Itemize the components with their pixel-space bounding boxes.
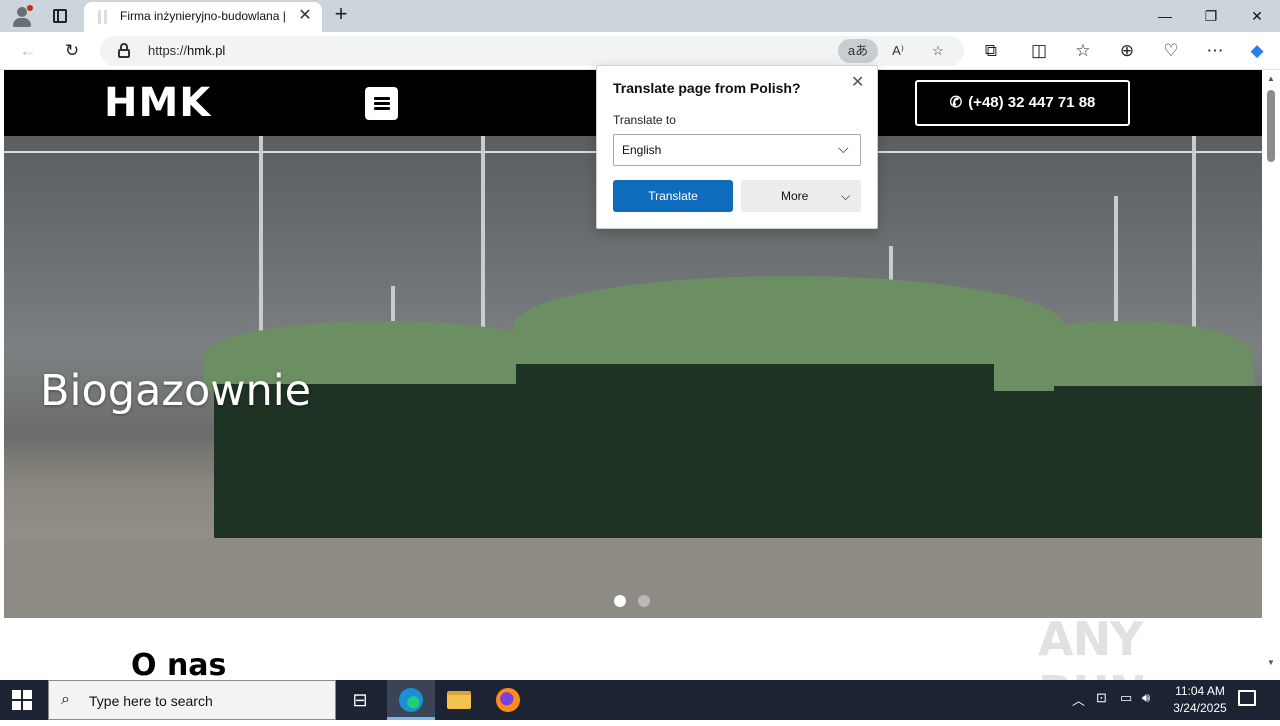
start-button[interactable] (12, 690, 32, 710)
menu-icon[interactable] (365, 87, 398, 120)
edge-taskbar-icon[interactable] (387, 680, 435, 720)
slider-dot-2[interactable] (638, 595, 650, 607)
more-button-label: More (781, 189, 809, 203)
translate-icon[interactable]: aあ (838, 39, 878, 63)
more-button[interactable]: More ⌵ (741, 180, 861, 212)
phone-number: (+48) 32 447 71 88 (968, 94, 1096, 111)
profile-icon[interactable] (10, 5, 34, 29)
translate-popup: Translate page from Polish? ✕ Translate … (596, 65, 878, 229)
tab-actions-icon[interactable] (48, 6, 72, 26)
close-icon[interactable]: ✕ (851, 72, 864, 92)
file-explorer-icon[interactable] (435, 680, 483, 720)
slider-dot-1[interactable] (614, 595, 626, 607)
chevron-up-icon[interactable]: ︿ (1072, 690, 1085, 709)
back-icon[interactable]: ← (16, 39, 40, 63)
taskbar-search[interactable]: ⌕ Type here to search (48, 680, 336, 720)
volume-icon[interactable]: 🔊︎ (1142, 690, 1150, 706)
phone-icon: ✆ (949, 94, 963, 111)
chevron-down-icon: ⌵ (838, 140, 849, 156)
translate-to-label: Translate to (613, 113, 676, 127)
page-scrollbar[interactable]: ▲ ▼ (1262, 70, 1280, 680)
extensions-icon[interactable]: ⧉ (979, 39, 1003, 63)
scrollbar-thumb[interactable] (1267, 90, 1275, 162)
anyrun-watermark: ANY RUN (1038, 612, 1147, 680)
more-menu-icon[interactable]: ⋯ (1203, 39, 1227, 63)
window-close-button[interactable]: ✕ (1234, 0, 1280, 32)
new-tab-button[interactable]: + (330, 3, 352, 26)
display-tray-icon[interactable]: ▭ (1120, 690, 1132, 706)
chevron-down-icon: ⌵ (841, 189, 851, 203)
browser-essentials-icon[interactable]: ♡ (1159, 39, 1183, 63)
site-logo[interactable]: HMK (104, 80, 211, 126)
copilot-icon[interactable]: ◆ (1245, 39, 1269, 63)
collections-icon[interactable]: ⊕ (1115, 39, 1139, 63)
favorite-star-icon[interactable]: ☆ (918, 39, 958, 63)
task-view-icon[interactable]: ⊟ (336, 680, 384, 720)
favicon-icon (96, 10, 110, 24)
search-placeholder: Type here to search (89, 693, 213, 709)
network-tray-icon[interactable]: ⊡ (1096, 690, 1107, 706)
search-icon: ⌕ (61, 691, 70, 708)
clock-time: 11:04 AM (1175, 684, 1225, 698)
biogas-tank-center-dome (514, 276, 1064, 376)
paved-ground (4, 538, 1262, 618)
tab-title: Firma inżynieryjno-budowlana | H (120, 9, 290, 23)
language-select[interactable]: English ⌵ (613, 134, 861, 166)
maximize-button[interactable]: ❐ (1188, 0, 1234, 32)
selected-language: English (622, 143, 662, 157)
favorites-icon[interactable]: ☆ (1071, 39, 1095, 63)
system-clock[interactable]: 11:04 AM 3/24/2025 (1164, 683, 1236, 717)
translate-popup-title: Translate page from Polish? (613, 80, 801, 96)
lock-icon[interactable] (118, 43, 130, 58)
browser-tab[interactable]: Firma inżynieryjno-budowlana | H ✕ (84, 2, 322, 32)
tab-close-icon[interactable]: ✕ (296, 7, 314, 25)
split-screen-icon[interactable]: ◫ (1027, 39, 1051, 63)
url-text[interactable]: https://hmk.pl (148, 43, 225, 58)
hero-title: Biogazownie (40, 366, 312, 416)
clock-date: 3/24/2025 (1173, 701, 1227, 715)
minimize-button[interactable]: — (1142, 0, 1188, 32)
refresh-icon[interactable]: ↻ (60, 39, 84, 63)
biogas-tank-right-dome (994, 321, 1254, 391)
notification-icon[interactable] (1238, 690, 1256, 706)
windows-taskbar: ⌕ Type here to search ⊟ ︿ ⊡ ▭ 🔊︎ 11:04 A… (0, 680, 1280, 720)
address-bar[interactable]: https://hmk.pl aあ A⁾ ☆ (100, 36, 964, 66)
translate-button[interactable]: Translate (613, 180, 733, 212)
firefox-icon[interactable] (484, 680, 532, 720)
phone-button[interactable]: ✆ (+48) 32 447 71 88 (915, 80, 1130, 126)
browser-tab-strip: Firma inżynieryjno-budowlana | H ✕ + — ❐… (0, 0, 1280, 32)
read-aloud-icon[interactable]: A⁾ (878, 39, 918, 63)
about-heading: O nas (131, 648, 227, 680)
